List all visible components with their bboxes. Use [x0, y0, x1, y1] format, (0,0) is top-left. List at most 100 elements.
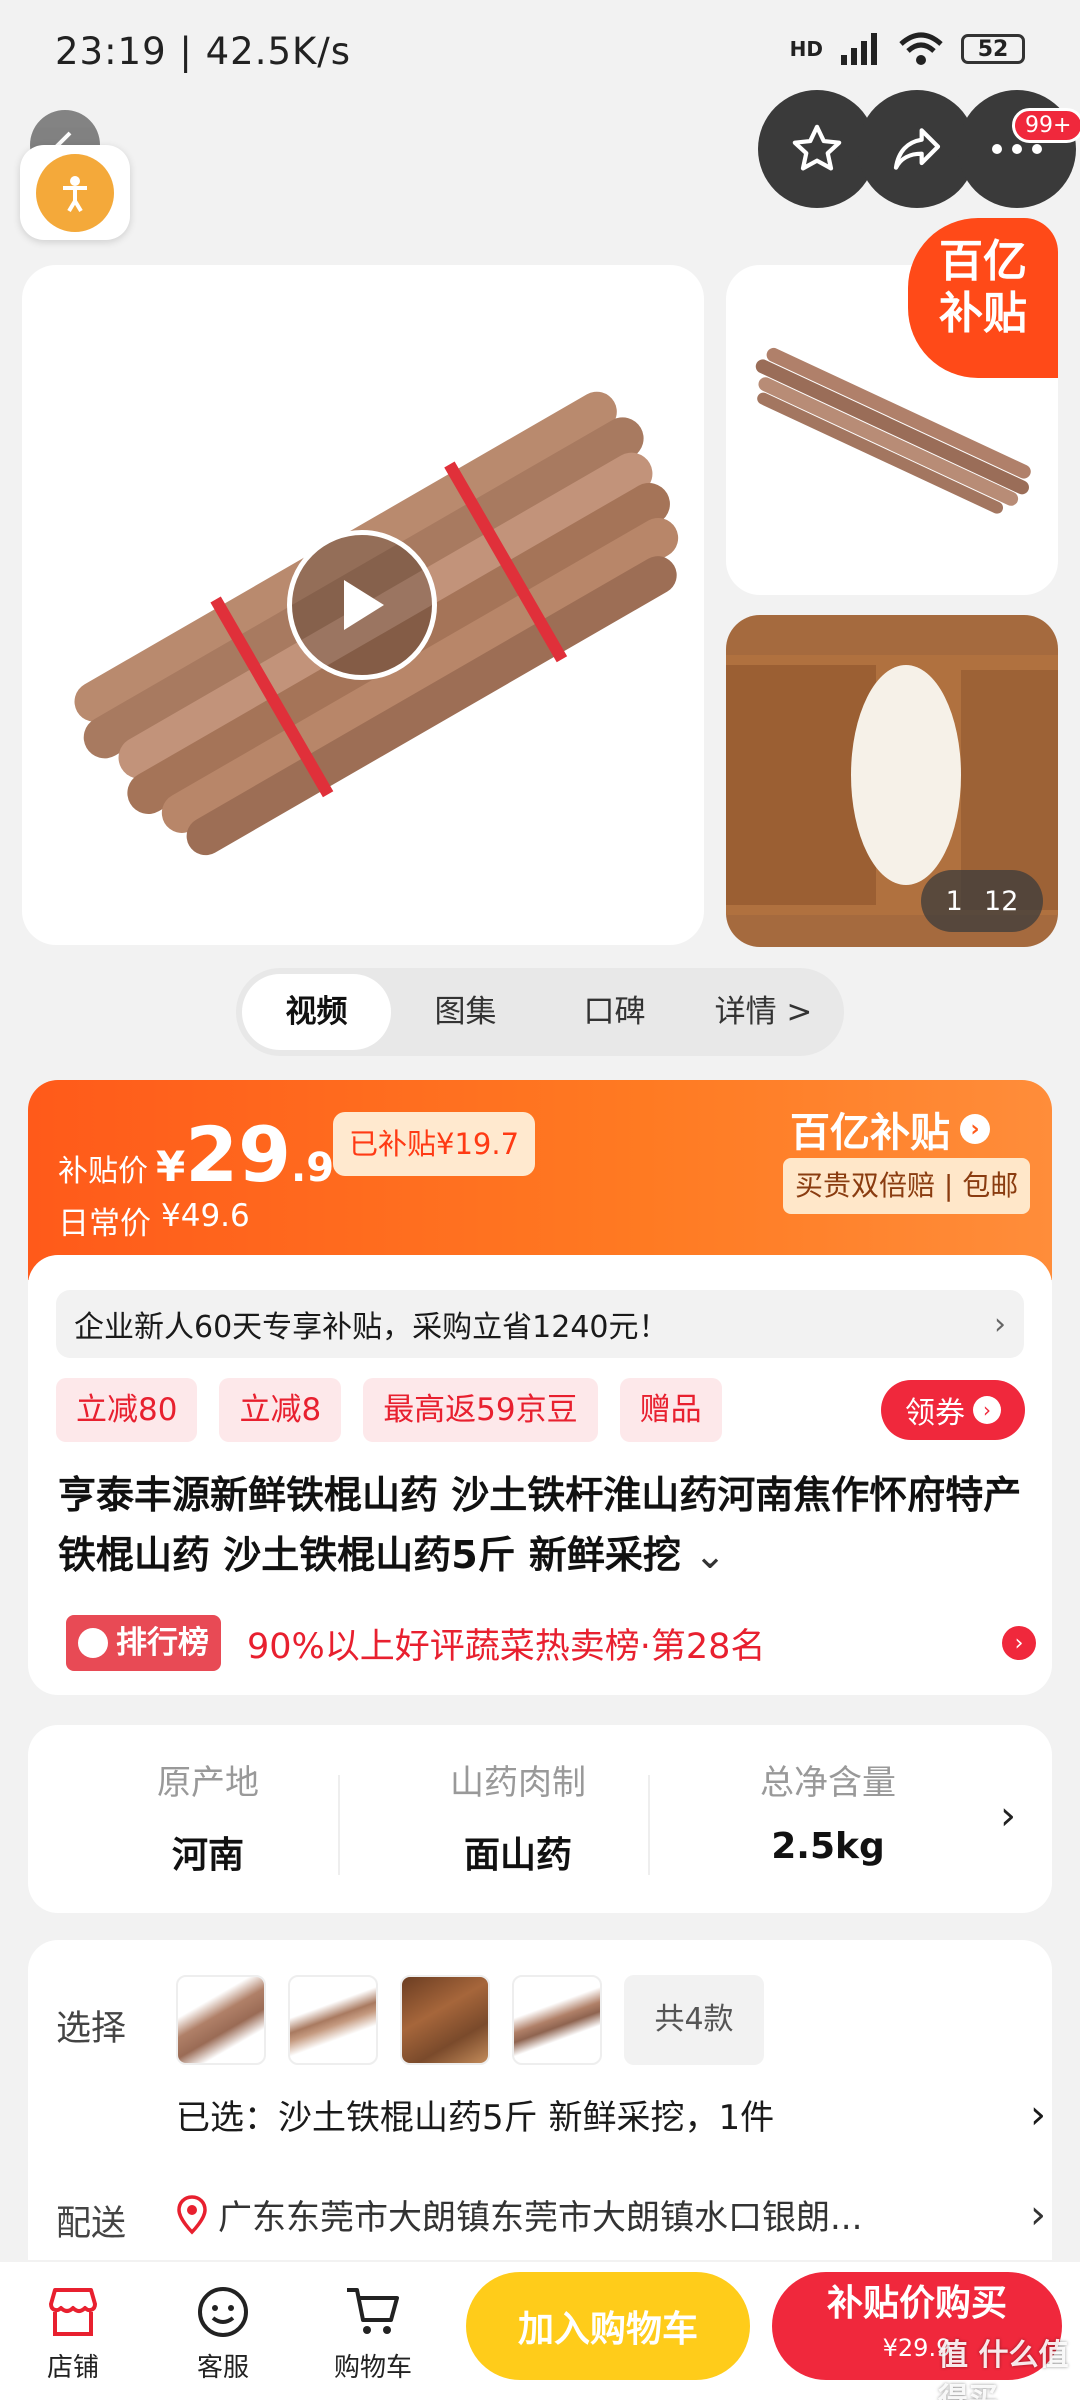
add-to-cart-label: 加入购物车 [517, 2309, 698, 2350]
spec-value: 2.5kg [771, 1826, 885, 1867]
chevron-right-icon: › [1002, 1626, 1036, 1660]
variant-thumb[interactable] [288, 1975, 378, 2065]
message-count-badge: 99+ [1012, 108, 1080, 143]
chevron-right-icon: › [1000, 1793, 1016, 1839]
signal-icon [841, 33, 877, 65]
subsidy-buy-label: 补贴价购买 [826, 2283, 1007, 2324]
spec-value: 面山药 [463, 1835, 572, 1876]
rank-text: 90%以上好评蔬菜热卖榜·第28名 [247, 1626, 766, 1667]
service-label: 客服 [196, 2353, 249, 2383]
selection-label: 选择 [56, 2009, 127, 2049]
variant-thumb[interactable] [400, 1975, 490, 2065]
divider [338, 1775, 340, 1875]
location-icon [177, 2194, 207, 2234]
spec-card[interactable]: 原产地 河南 山药肉制 面山药 总净含量 2.5kg › [28, 1725, 1052, 1913]
discount-tag-8[interactable]: 立减8 [219, 1378, 342, 1442]
price-currency: ¥ [156, 1142, 186, 1191]
trophy-icon [78, 1628, 108, 1658]
divider [648, 1775, 650, 1875]
chevron-down-icon: ⌄ [694, 1533, 726, 1577]
variant-thumb[interactable] [176, 1975, 266, 2065]
subsidy-price-label: 补贴价 [58, 1154, 148, 1189]
chevron-right-icon: › [994, 1306, 1006, 1342]
delivery-label: 配送 [56, 2204, 127, 2244]
rank-badge-label: 排行榜 [116, 1625, 209, 1661]
chevron-right-icon: › [1030, 2091, 1046, 2138]
product-title[interactable]: 亨泰丰源新鲜铁棍山药 沙土铁杆淮山药河南焦作怀府特产铁棍山药 沙土铁棍山药5斤 … [58, 1465, 1023, 1585]
daily-price-label: 日常价 [58, 1206, 151, 1242]
play-icon [344, 580, 384, 630]
subsidy-corner-badge: 百亿 补贴 [908, 218, 1058, 378]
spec-texture: 山药肉制 面山药 [368, 1755, 668, 1878]
coupon-button[interactable]: 领券 › [881, 1380, 1025, 1440]
share-icon [893, 128, 941, 170]
more-icon [992, 144, 1042, 154]
discount-tag-80[interactable]: 立减80 [56, 1378, 198, 1442]
accessibility-icon [36, 153, 114, 232]
delivery-address-text: 广东东莞市大朗镇东莞市大朗镇水口银朗... [218, 2198, 863, 2238]
tab-details[interactable]: 详情 > [689, 974, 838, 1050]
status-icons: HD 52 [790, 32, 1025, 66]
enterprise-notice-text: 企业新人60天专享补贴，采购立省1240元！ [74, 1310, 669, 1345]
wifi-icon [899, 32, 943, 65]
subsidy-badge-line1: 百亿 [939, 236, 1027, 287]
counter-current: 1 [945, 885, 963, 917]
status-time: 23:19 | 42.5K/s [55, 30, 352, 73]
product-info-card: 企业新人60天专享补贴，采购立省1240元！ › 立减80 立减8 最高返59京… [28, 1255, 1052, 1695]
spec-label: 山药肉制 [450, 1763, 586, 1803]
customer-service-icon [198, 2287, 248, 2337]
rank-badge: 排行榜 [66, 1615, 221, 1671]
jingdou-tag[interactable]: 最高返59京豆 [363, 1378, 598, 1442]
spec-label: 总净含量 [760, 1763, 896, 1803]
rank-row[interactable]: 排行榜 90%以上好评蔬菜热卖榜·第28名 › [66, 1613, 1036, 1673]
service-button[interactable]: 客服 [168, 2284, 278, 2384]
subsidy-brand[interactable]: 百亿补贴 › [790, 1100, 990, 1158]
cart-button[interactable]: 购物车 [318, 2284, 428, 2384]
battery-icon: 52 [961, 34, 1025, 64]
thumbnail-image-2[interactable]: 1 12 [726, 615, 1058, 947]
enterprise-notice[interactable]: 企业新人60天专享补贴，采购立省1240元！ › [56, 1290, 1024, 1358]
variant-thumb[interactable] [512, 1975, 602, 2065]
main-product-video[interactable] [22, 265, 704, 945]
shop-button[interactable]: 店铺 [18, 2284, 128, 2384]
spec-origin: 原产地 河南 [58, 1755, 358, 1878]
shop-label: 店铺 [46, 2353, 99, 2383]
tab-reviews[interactable]: 口碑 [540, 974, 689, 1050]
tab-video[interactable]: 视频 [242, 974, 391, 1050]
spec-value: 河南 [171, 1835, 244, 1876]
subsidy-badge-line2: 补贴 [939, 288, 1027, 339]
counter-total: 12 [984, 885, 1019, 917]
network-type: HD [789, 37, 823, 61]
guarantee-tag: 买贵双倍赔 | 包邮 [783, 1158, 1031, 1214]
product-title-text: 亨泰丰源新鲜铁棍山药 沙土铁杆淮山药河南焦作怀府特产铁棍山药 沙土铁棍山药5斤 … [58, 1473, 1022, 1577]
image-counter: 1 12 [921, 870, 1043, 932]
shop-icon [49, 2288, 97, 2336]
price-decimal: .9 [291, 1145, 335, 1191]
accessibility-button[interactable] [20, 145, 130, 240]
delivery-address[interactable]: 广东东莞市大朗镇东莞市大朗镇水口银朗... › [176, 2190, 1046, 2239]
subsidized-amount: 已补贴¥19.7 [333, 1112, 536, 1176]
spec-weight: 总净含量 2.5kg [678, 1755, 978, 1867]
play-button[interactable] [287, 530, 437, 680]
variant-count[interactable]: 共4款 [624, 1975, 764, 2065]
watermark: 值 什么值得买 [938, 2338, 1069, 2400]
selection-card: 选择 共4款 已选：沙土铁棍山药5斤 新鲜采挖，1件 › 配送 广东东莞市大朗镇… [28, 1940, 1052, 2260]
price-banner: 补贴价 ¥ 29 .9 已补贴¥19.7 日常价 ¥49.6 百亿补贴 › 买贵… [28, 1080, 1052, 1280]
variant-thumbnails: 共4款 [176, 1975, 764, 2065]
chevron-right-icon: › [960, 1114, 990, 1144]
price-integer: 29 [185, 1110, 291, 1199]
cart-label: 购物车 [333, 2353, 412, 2383]
daily-price: ¥49.6 [161, 1198, 250, 1234]
coupon-button-label: 领券 [905, 1396, 965, 1431]
spec-label: 原产地 [157, 1763, 259, 1803]
gift-tag[interactable]: 赠品 [619, 1378, 722, 1442]
add-to-cart-button[interactable]: 加入购物车 [466, 2272, 750, 2380]
selected-variant-text: 已选：沙土铁棍山药5斤 新鲜采挖，1件 [176, 2098, 775, 2138]
subsidy-brand-text: 百亿补贴 [790, 1110, 950, 1156]
tab-gallery[interactable]: 图集 [391, 974, 540, 1050]
media-tabs: 视频 图集 口碑 详情 > [236, 968, 844, 1056]
selected-variant[interactable]: 已选：沙土铁棍山药5斤 新鲜采挖，1件 › [176, 2090, 1046, 2139]
star-icon [792, 124, 842, 171]
cart-icon [347, 2288, 399, 2334]
chevron-right-icon: › [973, 1396, 1001, 1424]
